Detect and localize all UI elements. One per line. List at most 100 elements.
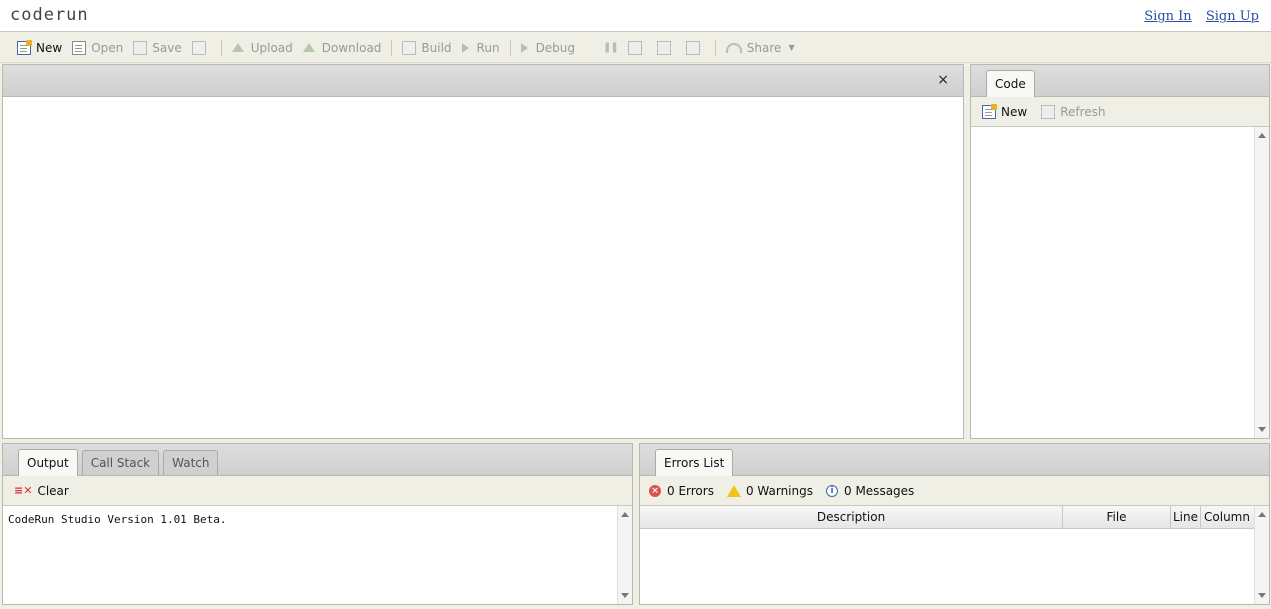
upload-button[interactable]: Upload	[227, 37, 298, 59]
refresh-label: Refresh	[1060, 104, 1106, 119]
save-button[interactable]: Save	[128, 37, 186, 59]
upload-icon	[231, 41, 246, 55]
save-all-icon	[191, 40, 206, 55]
save-disk-icon	[133, 40, 148, 55]
tab-errors-list[interactable]: Errors List	[655, 449, 734, 476]
errors-filter[interactable]: × 0 Errors	[649, 484, 714, 498]
messages-filter[interactable]: i 0 Messages	[826, 484, 914, 498]
column-header-file[interactable]: File	[1063, 506, 1171, 528]
errors-panel: Errors List × 0 Errors 0 Warnings i 0 Me…	[639, 443, 1270, 605]
warnings-filter[interactable]: 0 Warnings	[726, 483, 813, 498]
warning-icon	[726, 484, 741, 497]
share-button[interactable]: Share ▼	[721, 37, 800, 59]
tab-call-stack[interactable]: Call Stack	[81, 450, 160, 475]
close-icon[interactable]: ×	[937, 72, 949, 88]
chevron-down-icon: ▼	[788, 43, 795, 52]
error-icon: ×	[649, 484, 661, 497]
output-panel-tabs: Output Call Stack Watch	[3, 444, 632, 476]
new-file-icon	[17, 39, 32, 55]
pause-icon: ❚❚	[603, 42, 619, 53]
clear-button[interactable]: ≡✕ Clear	[9, 480, 74, 502]
share-icon	[725, 42, 742, 53]
tab-output[interactable]: Output	[18, 449, 78, 476]
messages-count: 0 Messages	[844, 483, 915, 498]
refresh-button[interactable]: Refresh	[1036, 101, 1110, 123]
download-icon	[302, 41, 317, 55]
pause-button[interactable]: ❚❚	[598, 37, 623, 59]
coderun-logo[interactable]: coderun	[10, 5, 89, 25]
download-button-label: Download	[321, 40, 382, 55]
save-button-label: Save	[152, 40, 182, 55]
output-panel: Output Call Stack Watch ≡✕ Clear CodeRun…	[2, 443, 633, 605]
code-file-list[interactable]	[971, 127, 1269, 438]
errors-count: 0 Errors	[667, 483, 714, 498]
new-file-icon	[982, 103, 997, 119]
errors-panel-tabs: Errors List	[640, 444, 1269, 476]
share-button-label: Share	[746, 40, 782, 55]
code-panel: Code New Refresh	[970, 64, 1270, 439]
scroll-down-icon[interactable]	[1258, 593, 1266, 598]
sign-up-link[interactable]: Sign Up	[1206, 9, 1259, 24]
column-header-description[interactable]: Description	[640, 506, 1063, 528]
code-list-scrollbar[interactable]	[1254, 127, 1269, 438]
scroll-up-icon[interactable]	[1258, 512, 1266, 517]
open-button[interactable]: Open	[67, 37, 128, 59]
auth-links: Sign In Sign Up	[1134, 9, 1259, 24]
upload-button-label: Upload	[250, 40, 293, 55]
step-over-button[interactable]	[623, 37, 652, 59]
code-panel-tabs: Code	[971, 65, 1269, 97]
toolbar-divider	[220, 39, 222, 56]
debug-play-icon	[520, 41, 531, 55]
output-scrollbar[interactable]	[617, 506, 632, 604]
debug-button-label: Debug	[535, 40, 576, 55]
step-into-icon	[656, 40, 671, 55]
code-new-label: New	[1001, 104, 1028, 119]
editor-panel: ×	[2, 64, 964, 439]
save-all-button[interactable]	[187, 37, 216, 59]
toolbar-divider	[509, 39, 511, 56]
open-file-icon	[72, 40, 87, 55]
output-console[interactable]: CodeRun Studio Version 1.01 Beta.	[3, 506, 632, 604]
build-button-label: Build	[421, 40, 452, 55]
refresh-icon	[1041, 104, 1056, 119]
column-header-column[interactable]: Column	[1201, 506, 1253, 528]
tab-code[interactable]: Code	[986, 70, 1035, 97]
scroll-up-icon[interactable]	[621, 512, 629, 517]
errors-summary-bar: × 0 Errors 0 Warnings i 0 Messages	[640, 476, 1269, 506]
info-icon: i	[826, 484, 838, 497]
scroll-up-icon[interactable]	[1258, 133, 1266, 138]
step-into-button[interactable]	[652, 37, 681, 59]
editor-tab-bar: ×	[3, 65, 963, 97]
step-over-icon	[627, 40, 642, 55]
errors-grid-header: Description File Line Column	[640, 506, 1254, 529]
run-button[interactable]: Run	[457, 37, 505, 59]
build-button[interactable]: Build	[397, 37, 456, 59]
build-icon	[402, 40, 417, 55]
new-button-label: New	[36, 40, 63, 55]
open-button-label: Open	[91, 40, 124, 55]
sign-in-link[interactable]: Sign In	[1144, 9, 1191, 24]
errors-grid: Description File Line Column	[640, 506, 1269, 604]
warnings-count: 0 Warnings	[745, 483, 813, 498]
clear-icon: ≡✕	[14, 484, 33, 497]
code-new-button[interactable]: New	[977, 101, 1032, 123]
run-play-icon	[461, 41, 472, 55]
output-toolbar: ≡✕ Clear	[3, 476, 632, 506]
toolbar-divider	[391, 39, 393, 56]
download-button[interactable]: Download	[298, 37, 387, 59]
scroll-down-icon[interactable]	[621, 593, 629, 598]
run-button-label: Run	[476, 40, 500, 55]
clear-label: Clear	[37, 483, 69, 498]
step-out-button[interactable]	[681, 37, 710, 59]
code-panel-toolbar: New Refresh	[971, 97, 1269, 127]
errors-scrollbar[interactable]	[1254, 506, 1269, 604]
app-header: coderun Sign In Sign Up	[0, 0, 1271, 32]
main-toolbar: New Open Save Upload Download Build Run …	[0, 33, 1271, 63]
scroll-down-icon[interactable]	[1258, 427, 1266, 432]
new-button[interactable]: New	[12, 37, 67, 59]
debug-button[interactable]: Debug	[516, 37, 580, 59]
step-out-icon	[685, 40, 700, 55]
column-header-line[interactable]: Line	[1171, 506, 1201, 528]
code-editor-area[interactable]	[3, 97, 963, 438]
tab-watch[interactable]: Watch	[163, 450, 219, 475]
